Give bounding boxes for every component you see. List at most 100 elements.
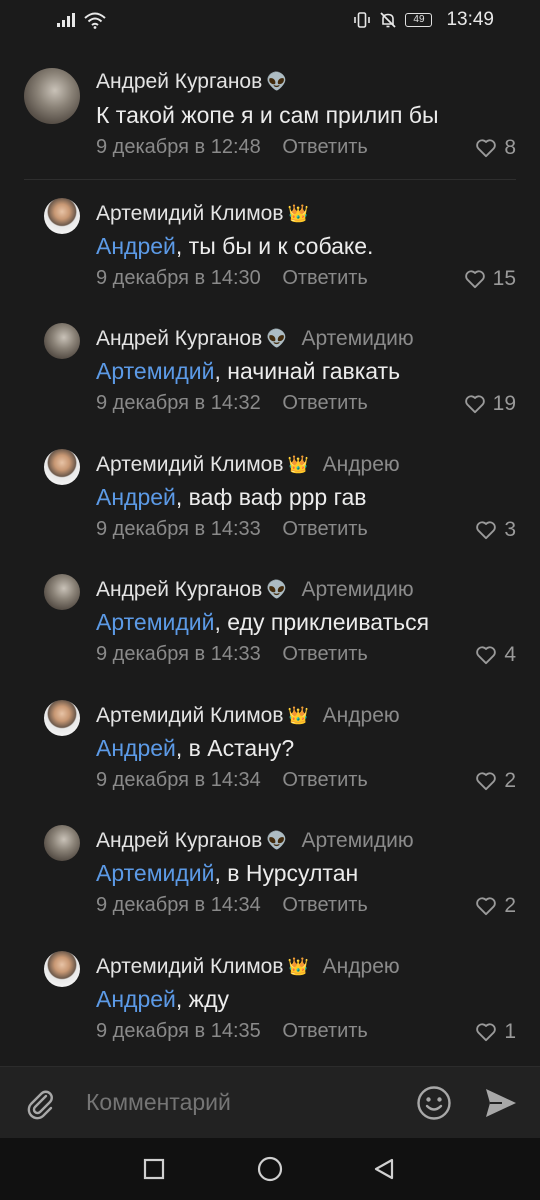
author-name[interactable]: Андрей Курганов	[96, 70, 262, 94]
comment-text: , в Нурсултан	[214, 860, 359, 886]
like-count: 3	[504, 518, 516, 541]
like-button[interactable]: 2	[475, 769, 516, 793]
alien-badge-icon: 👽	[266, 580, 288, 599]
avatar[interactable]	[44, 449, 80, 485]
reply-to-name[interactable]: Андрею	[323, 453, 400, 477]
comment-text: , начинай гавкать	[214, 358, 401, 384]
like-count: 1	[504, 1020, 516, 1043]
comment-date: 9 декабря в 14:32	[96, 392, 261, 414]
reply-to-name[interactable]: Андрею	[323, 955, 400, 979]
reply-button[interactable]: Ответить	[282, 769, 368, 791]
reply-button[interactable]: Ответить	[282, 518, 368, 540]
reply-button[interactable]: Ответить	[282, 643, 368, 665]
comment-text: К такой жопе я и сам прилип бы	[96, 102, 439, 128]
like-count: 2	[504, 894, 516, 917]
comment-text: , ваф ваф ррр гав	[175, 484, 367, 510]
heart-icon	[476, 521, 497, 540]
heart-icon	[476, 646, 497, 665]
comment-date: 9 декабря в 14:34	[96, 894, 261, 916]
reply-button[interactable]: Ответить	[282, 267, 368, 289]
comment-input[interactable]	[86, 1089, 386, 1116]
like-count: 4	[504, 643, 516, 666]
like-count: 8	[504, 136, 516, 159]
status-bar: 49 13:49	[0, 0, 540, 40]
reply-to-name[interactable]: Артемидию	[301, 578, 413, 602]
author-name[interactable]: Андрей Курганов	[96, 829, 262, 853]
heart-icon	[476, 772, 497, 791]
heart-icon	[476, 139, 497, 158]
like-button[interactable]: 2	[475, 894, 516, 918]
paperclip-icon[interactable]	[24, 1087, 58, 1121]
avatar[interactable]	[44, 198, 80, 234]
emoji-icon[interactable]	[416, 1085, 452, 1121]
comment-text: , еду приклеиваться	[214, 609, 430, 635]
reply-to-name[interactable]: Артемидию	[301, 829, 413, 853]
comment-date: 9 декабря в 14:33	[96, 518, 261, 540]
mention-link[interactable]: Артемидий	[96, 609, 214, 635]
crown-badge-icon: 👑	[287, 706, 309, 725]
reply-to-name[interactable]: Артемидию	[301, 327, 413, 351]
heart-icon	[476, 1023, 497, 1042]
recent-apps-icon[interactable]	[143, 1158, 165, 1180]
mention-link[interactable]: Артемидий	[96, 358, 214, 384]
comment-text: , ты бы и к собаке.	[175, 233, 374, 259]
like-button[interactable]: 1	[475, 1020, 516, 1044]
comment-text: , жду	[175, 986, 229, 1012]
crown-badge-icon: 👑	[287, 455, 309, 474]
avatar[interactable]	[44, 700, 80, 736]
reply-button[interactable]: Ответить	[282, 136, 368, 158]
wifi-icon	[84, 12, 106, 29]
comment-composer	[0, 1066, 540, 1138]
author-name[interactable]: Артемидий Климов	[96, 704, 284, 728]
author-name[interactable]: Артемидий Климов	[96, 453, 284, 477]
avatar[interactable]	[44, 825, 80, 861]
signal-icon	[57, 13, 75, 27]
alien-badge-icon: 👽	[266, 72, 288, 91]
like-button[interactable]: 15	[464, 267, 516, 291]
like-button[interactable]: 4	[475, 643, 516, 667]
alien-badge-icon: 👽	[266, 831, 288, 850]
comment-date: 9 декабря в 14:33	[96, 643, 261, 665]
comment-text: , в Астану?	[175, 735, 295, 761]
like-button[interactable]: 19	[464, 392, 516, 416]
send-icon[interactable]	[484, 1087, 518, 1119]
mention-link[interactable]: Андрей	[96, 735, 176, 761]
author-name[interactable]: Андрей Курганов	[96, 578, 262, 602]
mention-link[interactable]: Андрей	[96, 986, 176, 1012]
mention-link[interactable]: Артемидий	[96, 860, 214, 886]
mute-icon	[380, 12, 397, 28]
status-time: 13:49	[446, 9, 494, 30]
author-name[interactable]: Артемидий Климов	[96, 202, 284, 226]
author-name[interactable]: Андрей Курганов	[96, 327, 262, 351]
alien-badge-icon: 👽	[266, 329, 288, 348]
avatar[interactable]	[44, 951, 80, 987]
like-count: 19	[492, 392, 516, 415]
heart-icon	[464, 270, 485, 289]
avatar[interactable]	[44, 323, 80, 359]
like-count: 2	[504, 769, 516, 792]
comment-date: 9 декабря в 14:30	[96, 267, 261, 289]
crown-badge-icon: 👑	[287, 204, 309, 223]
comment-date: 9 декабря в 14:34	[96, 769, 261, 791]
reply-button[interactable]: Ответить	[282, 1020, 368, 1042]
like-button[interactable]: 3	[475, 518, 516, 542]
mention-link[interactable]: Андрей	[96, 484, 176, 510]
divider	[24, 179, 516, 180]
comment-date: 9 декабря в 14:35	[96, 1020, 261, 1042]
mention-link[interactable]: Андрей	[96, 233, 176, 259]
avatar[interactable]	[44, 574, 80, 610]
avatar[interactable]	[24, 68, 80, 124]
author-name[interactable]: Артемидий Климов	[96, 955, 284, 979]
reply-button[interactable]: Ответить	[282, 894, 368, 916]
vibrate-icon	[354, 12, 371, 28]
reply-button[interactable]: Ответить	[282, 392, 368, 414]
reply-to-name[interactable]: Андрею	[323, 704, 400, 728]
heart-icon	[476, 897, 497, 916]
back-icon[interactable]	[372, 1157, 396, 1181]
comment-date: 9 декабря в 12:48	[96, 136, 261, 158]
like-button[interactable]: 8	[475, 136, 516, 160]
crown-badge-icon: 👑	[287, 957, 309, 976]
like-count: 15	[492, 267, 516, 290]
battery-icon: 49	[405, 13, 433, 27]
home-icon[interactable]	[257, 1156, 283, 1182]
